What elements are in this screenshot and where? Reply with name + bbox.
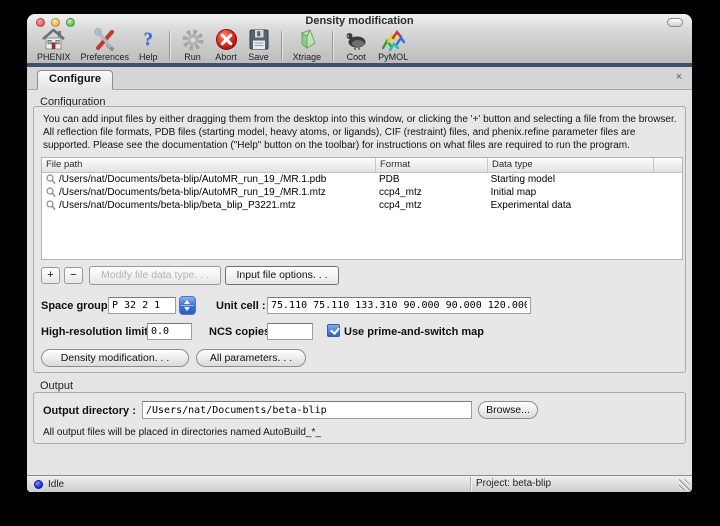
- toolbar-item-label: Abort: [215, 52, 237, 63]
- tab-configure[interactable]: Configure: [37, 70, 113, 90]
- toolbar-separator: [169, 31, 170, 61]
- output-groupbox: Output directory : Browse... All output …: [33, 392, 686, 444]
- column-header-spacer: [654, 158, 682, 172]
- all-parameters-button[interactable]: All parameters. . .: [196, 349, 306, 367]
- file-path-cell: /Users/nat/Documents/beta-blip/beta_blip…: [59, 199, 296, 212]
- output-directory-label: Output directory :: [43, 405, 136, 417]
- prime-and-switch-checkbox[interactable]: [327, 324, 340, 337]
- toolbar-item-phenix[interactable]: PHENIX: [32, 27, 76, 63]
- toolbar-item-label: Xtriage: [293, 52, 322, 63]
- toolbar-item-help[interactable]: ? Help: [134, 27, 163, 63]
- toolbar-item-coot[interactable]: Coot: [339, 27, 373, 63]
- stepper-up-icon: [184, 300, 190, 304]
- crystal-icon: [295, 27, 319, 52]
- input-file-options-button[interactable]: Input file options. . .: [225, 266, 339, 285]
- toolbar-item-pymol[interactable]: PyMOL: [373, 27, 413, 63]
- window-chrome: Density modification PHENIX: [27, 14, 692, 67]
- toolbar-item-run[interactable]: Run: [176, 27, 210, 63]
- tab-close-icon[interactable]: ×: [672, 70, 686, 84]
- zoom-window-button[interactable]: [66, 18, 75, 27]
- output-section-title: Output: [40, 380, 73, 392]
- column-header-file-path: File path: [42, 158, 376, 172]
- status-indicator-icon: [34, 480, 43, 489]
- toolbar: PHENIX Preferences ? Help: [32, 27, 413, 63]
- table-row[interactable]: /Users/nat/Documents/beta-blip/AutoMR_ru…: [42, 186, 682, 199]
- status-bar: Idle Project: beta-blip: [27, 475, 692, 492]
- project-label: Project: beta-blip: [476, 477, 551, 491]
- status-text: Idle: [48, 479, 64, 490]
- column-header-data-type: Data type: [488, 158, 654, 172]
- instructions-text: You can add input files by either draggi…: [43, 113, 681, 152]
- table-row[interactable]: /Users/nat/Documents/beta-blip/AutoMR_ru…: [42, 173, 682, 186]
- table-header-row: File path Format Data type: [42, 158, 682, 173]
- toolbar-item-label: Help: [139, 52, 158, 63]
- file-path-cell: /Users/nat/Documents/beta-blip/AutoMR_ru…: [59, 173, 326, 186]
- main-panel: Configure × Configuration You can add in…: [27, 67, 692, 492]
- magnifier-icon: [46, 200, 56, 211]
- format-cell: PDB: [375, 173, 487, 186]
- space-group-field[interactable]: [108, 297, 176, 314]
- traffic-lights: [36, 18, 75, 27]
- unit-cell-label: Unit cell :: [216, 300, 266, 312]
- space-group-stepper[interactable]: [179, 296, 196, 315]
- minimize-window-button[interactable]: [51, 18, 60, 27]
- modify-file-data-type-button[interactable]: Modify file data type. . .: [89, 266, 221, 285]
- home-icon: [41, 27, 66, 52]
- column-header-format: Format: [376, 158, 488, 172]
- magnifier-icon: [46, 174, 56, 185]
- toolbar-item-abort[interactable]: Abort: [210, 27, 243, 63]
- stepper-down-icon: [184, 307, 190, 311]
- gear-icon: [181, 27, 205, 52]
- toolbar-item-label: Coot: [347, 52, 366, 63]
- app-window: Density modification PHENIX: [27, 14, 692, 492]
- toolbar-item-preferences[interactable]: Preferences: [76, 27, 135, 63]
- output-directory-field[interactable]: [142, 401, 472, 419]
- toolbar-item-label: Save: [248, 52, 269, 63]
- configuration-groupbox: You can add input files by either draggi…: [33, 106, 686, 373]
- question-icon: ?: [144, 27, 154, 52]
- input-files-table[interactable]: File path Format Data type /Users/nat/Do…: [41, 157, 683, 260]
- format-cell: ccp4_mtz: [375, 199, 487, 212]
- output-note-text: All output files will be placed in direc…: [43, 427, 321, 438]
- data-type-cell: Initial map: [487, 186, 682, 199]
- toolbar-separator: [332, 31, 333, 61]
- high-resolution-limit-label: High-resolution limit :: [41, 326, 155, 338]
- tools-icon: [93, 27, 117, 52]
- toolbar-item-save[interactable]: Save: [243, 27, 275, 63]
- toolbar-item-label: Run: [184, 52, 201, 63]
- magnifier-icon: [46, 187, 56, 198]
- save-icon: [248, 27, 270, 52]
- ncs-copies-field[interactable]: [267, 323, 313, 340]
- unit-cell-field[interactable]: [267, 297, 531, 314]
- resize-grip[interactable]: [679, 479, 690, 490]
- prime-and-switch-label: Use prime-and-switch map: [344, 326, 484, 338]
- tab-bar: Configure ×: [27, 67, 692, 90]
- data-type-cell: Experimental data: [487, 199, 682, 212]
- bird-icon: [344, 27, 368, 52]
- browse-button[interactable]: Browse...: [478, 401, 538, 419]
- high-resolution-limit-field[interactable]: [147, 323, 192, 340]
- close-window-button[interactable]: [36, 18, 45, 27]
- toolbar-item-label: PHENIX: [37, 52, 71, 63]
- status-bar-divider: [470, 477, 471, 491]
- format-cell: ccp4_mtz: [375, 186, 487, 199]
- file-path-cell: /Users/nat/Documents/beta-blip/AutoMR_ru…: [59, 186, 326, 199]
- table-row[interactable]: /Users/nat/Documents/beta-blip/beta_blip…: [42, 199, 682, 212]
- add-file-button[interactable]: +: [41, 267, 60, 284]
- data-type-cell: Starting model: [487, 173, 682, 186]
- toolbar-separator: [281, 31, 282, 61]
- toolbar-toggle-button[interactable]: [667, 18, 683, 27]
- toolbar-item-label: Preferences: [81, 52, 130, 63]
- toolbar-item-xtriage[interactable]: Xtriage: [288, 27, 327, 63]
- pymol-icon: [380, 27, 406, 52]
- abort-icon: [215, 27, 238, 52]
- space-group-label: Space group :: [41, 300, 114, 312]
- toolbar-item-label: PyMOL: [378, 52, 408, 63]
- remove-file-button[interactable]: −: [64, 267, 83, 284]
- density-modification-button[interactable]: Density modification. . .: [41, 349, 189, 367]
